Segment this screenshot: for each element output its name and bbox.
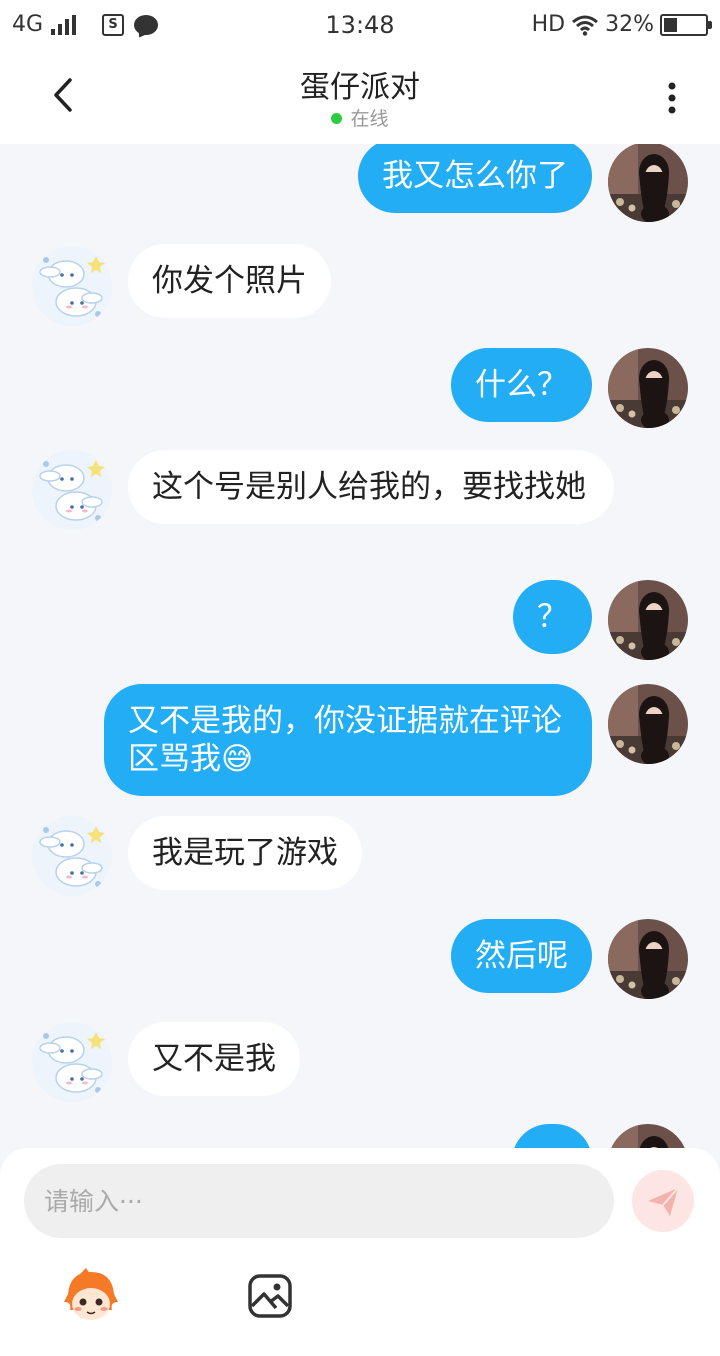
my-avatar[interactable] [608, 919, 688, 999]
my-avatar[interactable] [608, 1124, 688, 1148]
contact-avatar[interactable] [32, 816, 112, 896]
battery-percent: 32% [605, 12, 654, 37]
battery-icon [660, 13, 712, 36]
outgoing-message-bubble-partial[interactable] [512, 1124, 592, 1148]
message-input[interactable] [24, 1164, 614, 1238]
eggy-mascot-button[interactable] [60, 1268, 122, 1324]
my-avatar[interactable] [608, 684, 688, 764]
incoming-message-bubble[interactable]: 你发个照片 [128, 244, 331, 318]
image-icon [248, 1274, 292, 1318]
online-status: 在线 [0, 104, 720, 131]
send-button[interactable] [632, 1170, 694, 1232]
more-vertical-icon [668, 82, 676, 114]
input-panel [0, 1148, 720, 1356]
contact-avatar[interactable] [32, 450, 112, 530]
incoming-message-bubble[interactable]: 这个号是别人给我的，要找找她 [128, 450, 614, 524]
eggy-mascot-icon [64, 1268, 118, 1320]
hd-indicator: HD [531, 12, 566, 37]
paper-plane-icon [648, 1187, 679, 1216]
wifi-icon [572, 15, 599, 36]
incoming-message-bubble[interactable]: 又不是我 [128, 1022, 300, 1096]
status-right: HD 32% [531, 12, 712, 37]
chat-header: 蛋仔派对 在线 [0, 50, 720, 144]
outgoing-message-bubble[interactable]: 什么？ [451, 348, 592, 422]
contact-avatar[interactable] [32, 1022, 112, 1102]
status-bar: 4G S 13:48 HD 32% [0, 0, 720, 50]
more-options-button[interactable] [652, 76, 692, 120]
image-button[interactable] [246, 1272, 294, 1320]
battery-fill [664, 17, 677, 32]
outgoing-message-bubble[interactable]: 我又怎么你了 [358, 144, 592, 213]
my-avatar[interactable] [608, 348, 688, 428]
chat-title: 蛋仔派对 [300, 70, 420, 105]
outgoing-message-bubble[interactable]: 又不是我的，你没证据就在评论区骂我😅 [104, 684, 592, 796]
outgoing-message-bubble[interactable]: ？ [513, 580, 592, 654]
contact-avatar[interactable] [32, 246, 112, 326]
outgoing-message-bubble[interactable]: 然后呢 [451, 919, 592, 993]
online-label: 在线 [350, 108, 389, 130]
message-list[interactable]: 我又怎么你了 你发个照片 什么？ 这个号是别人给我的，要找找她 ？ 又不是我的，… [0, 144, 720, 1148]
my-avatar[interactable] [608, 144, 688, 222]
online-dot-icon [331, 113, 343, 124]
my-avatar[interactable] [608, 580, 688, 660]
incoming-message-bubble[interactable]: 我是玩了游戏 [128, 816, 362, 890]
